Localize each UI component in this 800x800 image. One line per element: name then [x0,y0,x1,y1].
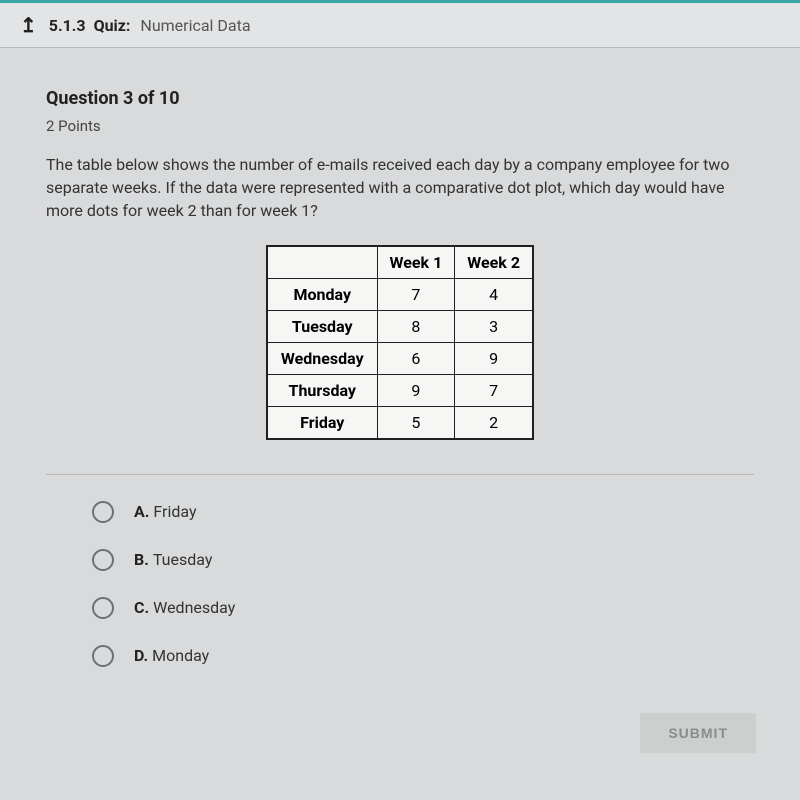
table-row: Wednesday 6 9 [267,342,533,374]
table-day-cell: Thursday [267,374,377,406]
table-data-cell: 3 [455,310,533,342]
footer: SUBMIT [0,703,800,753]
table-day-cell: Friday [267,406,377,439]
table-row: Friday 5 2 [267,406,533,439]
question-title: Question 3 of 10 [46,88,754,109]
option-letter: D. [134,646,148,665]
table-corner-cell [267,246,377,279]
option-d[interactable]: D.Monday [92,645,754,667]
table-row: Thursday 9 7 [267,374,533,406]
table-header-row: Week 1 Week 2 [267,246,533,279]
option-text: Monday [152,646,209,665]
table-data-cell: 7 [455,374,533,406]
table-day-cell: Wednesday [267,342,377,374]
data-table-container: Week 1 Week 2 Monday 7 4 Tuesday 8 3 Wed… [46,245,754,440]
radio-icon [92,645,114,667]
table-data-cell: 4 [455,278,533,310]
table-data-cell: 5 [377,406,455,439]
option-text: Tuesday [153,550,213,569]
top-bar: ↥ 5.1.3 Quiz: Numerical Data [0,0,800,48]
option-c[interactable]: C.Wednesday [92,597,754,619]
options-group: A.Friday B.Tuesday C.Wednesday D.Monday [46,501,754,667]
table-data-cell: 8 [377,310,455,342]
radio-icon [92,501,114,523]
table-col-week2: Week 2 [455,246,533,279]
back-icon[interactable]: ↥ [20,13,37,37]
table-row: Monday 7 4 [267,278,533,310]
option-a[interactable]: A.Friday [92,501,754,523]
option-letter: B. [134,550,149,569]
question-prompt: The table below shows the number of e-ma… [46,153,736,223]
submit-button[interactable]: SUBMIT [640,713,756,753]
divider [46,474,754,475]
table-data-cell: 9 [377,374,455,406]
table-row: Tuesday 8 3 [267,310,533,342]
table-data-cell: 2 [455,406,533,439]
data-table: Week 1 Week 2 Monday 7 4 Tuesday 8 3 Wed… [266,245,534,440]
radio-icon [92,597,114,619]
question-points: 2 Points [46,117,754,135]
table-col-week1: Week 1 [377,246,455,279]
table-data-cell: 6 [377,342,455,374]
option-text: Friday [153,502,196,521]
quiz-label: Quiz: [94,16,131,35]
table-data-cell: 7 [377,278,455,310]
quiz-subject: Numerical Data [140,16,250,35]
quiz-code: 5.1.3 [49,16,86,35]
question-content: Question 3 of 10 2 Points The table belo… [0,48,800,703]
table-day-cell: Tuesday [267,310,377,342]
option-b[interactable]: B.Tuesday [92,549,754,571]
option-letter: C. [134,598,149,617]
radio-icon [92,549,114,571]
table-data-cell: 9 [455,342,533,374]
option-text: Wednesday [153,598,235,617]
option-letter: A. [134,502,149,521]
table-day-cell: Monday [267,278,377,310]
